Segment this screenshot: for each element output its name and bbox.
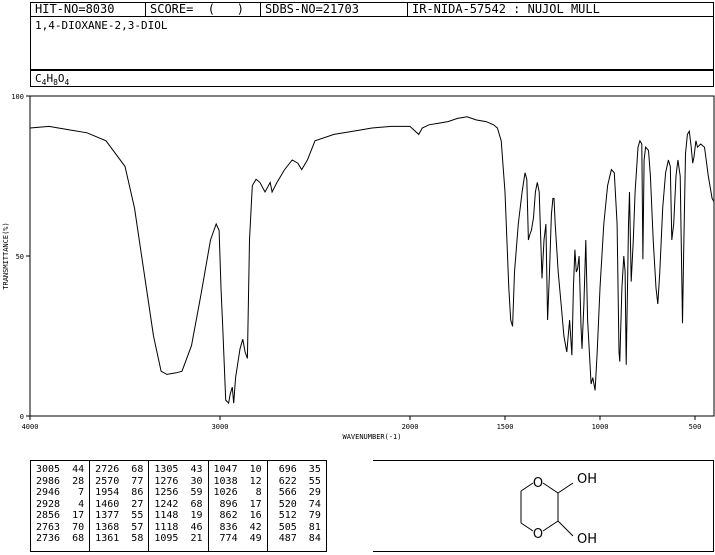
- y-tick-label: 100: [11, 93, 24, 101]
- spectrum-line: [29, 116, 715, 405]
- peak-row: 1256 59: [154, 487, 203, 498]
- peak-column: 1047 10 1038 12 1026 8 896 17 862 16 836 4…: [209, 461, 268, 551]
- peak-row: 2986 28: [36, 475, 85, 487]
- x-tick-label: 1500: [497, 423, 514, 431]
- formula-part-0: C: [35, 72, 42, 85]
- ir-spectrum-chart: 4000 3000 2000 1500 1000 500 0 50 100 WAVENUMBER…: [2, 93, 715, 441]
- peak-row: 505 81: [272, 521, 321, 533]
- compound-formula: C4H8O4: [35, 72, 70, 88]
- formula-part-4: O: [57, 72, 65, 85]
- chart-ticks: 4000 3000 2000 1500 1000 500 0 50 100: [11, 93, 701, 431]
- peak-column: 2726 68 2570 77 1954 86 1460 27 1377 55 1368 …: [90, 461, 150, 551]
- x-axis-label: WAVENUMBER(-1): [342, 433, 401, 441]
- peak-row: 512 79: [272, 510, 321, 521]
- formula-part-5: 4: [64, 78, 70, 88]
- chart-axes: [29, 95, 715, 417]
- peak-column: 1305 43 1276 30 1256 59 1242 68 1148 19 1118 …: [149, 461, 209, 551]
- peak-row: 1118 46: [154, 521, 203, 533]
- peak-row: 896 17: [213, 498, 262, 510]
- header-bar: HIT-NO=8030 SCORE= ( ) SDBS-NO=21703 IR-…: [30, 2, 714, 17]
- peak-column: 696 35 622 55 566 29 520 74 512 79 505 8…: [268, 461, 326, 551]
- y-axis-label: TRANSMITTANCE(%): [2, 222, 10, 289]
- hit-number: HIT-NO=8030: [31, 3, 146, 16]
- peak-row: 836 42: [213, 521, 262, 533]
- peak-row: 487 84: [272, 533, 321, 544]
- y-tick-label: 50: [16, 253, 24, 261]
- peak-row: 566 29: [272, 487, 321, 498]
- peak-row: 2736 68: [36, 533, 85, 544]
- ir-info: IR-NIDA-57542 : NUJOL MULL: [412, 3, 600, 16]
- x-tick-label: 2000: [402, 423, 419, 431]
- peak-row: 1095 21: [154, 533, 203, 544]
- peak-row: 1242 68: [154, 498, 203, 510]
- molecule-structure: O O OH OH: [520, 472, 597, 547]
- y-tick-label: 0: [20, 413, 24, 421]
- peak-row: 1047 10: [213, 464, 262, 475]
- peak-row: 1148 19: [154, 510, 203, 521]
- peak-row: 1026 8: [213, 487, 262, 498]
- peak-row: 1276 30: [154, 475, 203, 487]
- peak-row: 1368 57: [95, 521, 144, 533]
- formula-box: C4H8O4: [30, 70, 714, 87]
- peak-row: 1305 43: [154, 464, 203, 475]
- x-tick-label: 3000: [212, 423, 229, 431]
- sdbs-number: SDBS-NO=21703: [261, 3, 408, 16]
- peak-table: 3005 44 2986 28 2946 7 2928 4 2856 17 2763 70…: [30, 460, 327, 552]
- structure-box: O O OH OH: [373, 460, 714, 552]
- peak-row: 862 16: [213, 510, 262, 521]
- plot-frame: [29, 95, 715, 417]
- x-tick-label: 500: [689, 423, 702, 431]
- peak-row: 3005 44: [36, 464, 85, 475]
- peak-row: 622 55: [272, 475, 321, 487]
- peak-row: 774 49: [213, 533, 262, 544]
- peak-row: 696 35: [272, 464, 321, 475]
- peak-row: 2763 70: [36, 521, 85, 533]
- peak-row: 2570 77: [95, 475, 144, 487]
- peak-column: 3005 44 2986 28 2946 7 2928 4 2856 17 2763 70…: [31, 461, 91, 551]
- peak-row: 2726 68: [95, 464, 144, 475]
- x-tick-label: 1000: [592, 423, 609, 431]
- peak-row: 2946 7: [36, 487, 85, 498]
- peak-row: 1038 12: [213, 475, 262, 487]
- compound-name-box: 1,4-DIOXANE-2,3-DIOL: [30, 16, 714, 70]
- peak-row: 1377 55: [95, 510, 144, 521]
- hydroxyl-top: OH: [577, 472, 597, 487]
- peak-row: 520 74: [272, 498, 321, 510]
- peak-row: 1954 86: [95, 487, 144, 498]
- compound-name: 1,4-DIOXANE-2,3-DIOL: [35, 19, 168, 32]
- peak-row: 1361 58: [95, 533, 144, 544]
- score: SCORE= ( ): [146, 3, 261, 16]
- ring-oxygen-top: O: [533, 476, 543, 491]
- ring-oxygen-bottom: O: [533, 527, 543, 542]
- peak-row: 2928 4: [36, 498, 85, 510]
- peak-row: 1460 27: [95, 498, 144, 510]
- peak-row: 2856 17: [36, 510, 85, 521]
- hydroxyl-bottom: OH: [577, 532, 597, 547]
- x-tick-label: 4000: [22, 423, 39, 431]
